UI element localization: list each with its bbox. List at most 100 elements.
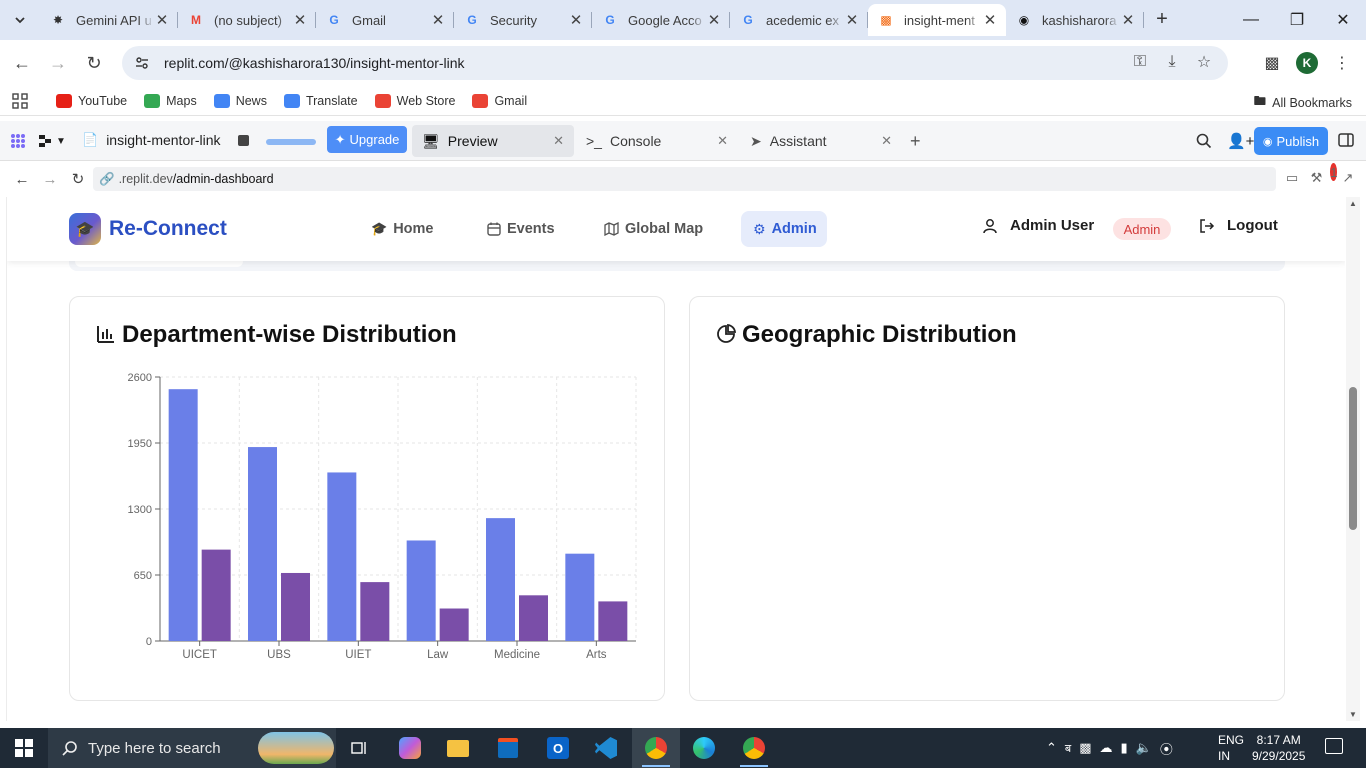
assistant-icon: ➤ <box>750 132 762 149</box>
install-app-icon[interactable]: ⤓ <box>1162 52 1182 72</box>
address-bar[interactable]: replit.com/@kashisharora130/insight-ment… <box>122 46 1228 80</box>
maximize-button[interactable]: ❐ <box>1274 0 1320 40</box>
extensions-icon[interactable]: ▩ <box>1258 49 1286 77</box>
brand-name[interactable]: Re-Connect <box>109 217 227 241</box>
close-tab-icon[interactable]: ✕ <box>154 11 170 29</box>
close-tab-icon[interactable]: ✕ <box>717 133 728 149</box>
nav-admin[interactable]: ⚙ Admin <box>741 211 827 247</box>
onedrive-icon[interactable]: ☁ <box>1099 740 1112 756</box>
upgrade-button[interactable]: ✦ Upgrade <box>327 126 407 153</box>
vscode-icon[interactable] <box>582 728 630 768</box>
browser-tab[interactable]: M (no subject) ✕ <box>178 4 316 36</box>
close-tab-icon[interactable]: ✕ <box>430 11 446 29</box>
start-button[interactable] <box>0 728 48 768</box>
network-icon[interactable]: ⦿ <box>1160 739 1173 758</box>
microsoft-store-icon[interactable] <box>484 728 532 768</box>
close-tab-icon[interactable]: ✕ <box>568 11 584 29</box>
input-indicator-icon[interactable]: ब <box>1065 741 1071 756</box>
forward-button[interactable]: → <box>44 49 72 77</box>
notifications-icon[interactable] <box>1325 738 1343 754</box>
file-explorer-icon[interactable] <box>434 728 482 768</box>
replit-logo-icon[interactable] <box>10 133 26 149</box>
invite-user-icon[interactable]: 👤+ <box>1227 132 1254 150</box>
close-tab-icon[interactable]: ✕ <box>1120 11 1136 29</box>
chrome-profile-k-icon[interactable] <box>632 728 680 768</box>
reload-button[interactable]: ↻ <box>80 49 108 77</box>
site-info-icon[interactable] <box>134 55 150 71</box>
close-tab-icon[interactable]: ✕ <box>881 133 892 149</box>
add-tab-button[interactable]: + <box>910 131 921 152</box>
open-external-icon[interactable]: ↗ <box>1339 169 1357 187</box>
publish-button[interactable]: ◉ Publish <box>1254 127 1328 155</box>
bookmark-item[interactable]: Maps <box>144 93 197 108</box>
graduation-cap-logo-icon[interactable]: 🎓 <box>69 213 101 245</box>
devtools-icon[interactable]: ⚒ 1 <box>1311 163 1338 187</box>
nav-events[interactable]: Events <box>475 211 567 247</box>
close-tab-icon[interactable]: ✕ <box>553 133 564 149</box>
sidebar-toggle-icon[interactable] <box>1338 132 1354 148</box>
bookmark-item[interactable]: News <box>213 93 267 108</box>
browser-menu-icon[interactable]: ⋮ <box>1328 49 1356 77</box>
scroll-down-icon[interactable]: ▼ <box>1349 710 1357 719</box>
profile-avatar[interactable]: K <box>1296 52 1318 74</box>
browser-tab[interactable]: ▩ insight-ment ✕ <box>868 4 1006 36</box>
preview-forward-button[interactable]: → <box>40 169 60 189</box>
meet-now-icon[interactable]: ▩ <box>1079 740 1091 756</box>
close-window-button[interactable]: ✕ <box>1320 0 1366 40</box>
tab-preview[interactable]: 🖥 Preview ✕ <box>412 125 574 157</box>
browser-tab[interactable]: G Gmail ✕ <box>316 4 454 36</box>
back-button[interactable]: ← <box>8 49 36 77</box>
browser-tab[interactable]: Gacedemic ex ✕ <box>730 4 868 36</box>
chevron-up-icon[interactable]: ⌃ <box>1046 740 1057 756</box>
preview-reload-button[interactable]: ↻ <box>68 169 88 189</box>
bookmark-item[interactable]: Translate <box>283 93 358 108</box>
browser-tab[interactable]: ✸ Gemini API u ✕ <box>40 4 178 36</box>
volume-icon[interactable]: 🔈 <box>1136 740 1152 756</box>
password-key-icon[interactable]: ⚿ <box>1130 52 1150 72</box>
bookmark-item[interactable]: Web Store <box>374 93 456 108</box>
bookmark-star-icon[interactable]: ☆ <box>1194 52 1214 72</box>
task-view-icon[interactable] <box>336 728 384 768</box>
browser-tab[interactable]: G Security ✕ <box>454 4 592 36</box>
chrome-profile-m-icon[interactable] <box>730 728 778 768</box>
close-tab-icon[interactable]: ✕ <box>982 11 998 29</box>
scrollbar-thumb[interactable] <box>1349 387 1357 530</box>
preview-url-bar[interactable]: 🔗 .replit.dev/admin-dashboard <box>93 167 1276 191</box>
bookmark-label: Web Store <box>396 93 456 108</box>
apps-grid-icon[interactable] <box>12 92 28 109</box>
bookmark-item[interactable]: Gmail <box>472 93 527 108</box>
bookmark-item[interactable]: YouTube <box>56 93 127 108</box>
language-indicator[interactable]: ENG IN <box>1218 732 1244 764</box>
logout-button[interactable]: Logout <box>1199 217 1278 234</box>
page-scrollbar[interactable]: ▲ ▼ <box>1346 197 1360 721</box>
devices-icon[interactable]: ▭ <box>1283 169 1301 187</box>
outlook-icon[interactable]: O <box>534 728 582 768</box>
browser-tab[interactable]: ◉ kashisharora ✕ <box>1006 4 1144 36</box>
taskbar-search[interactable]: Type here to search <box>48 728 336 768</box>
tab-console[interactable]: >_ Console ✕ <box>576 125 738 157</box>
preview-back-button[interactable]: ← <box>12 169 32 189</box>
close-tab-icon[interactable]: ✕ <box>706 11 722 29</box>
browser-tab[interactable]: G Google Acco ✕ <box>592 4 730 36</box>
graduation-cap-icon: 🎓 <box>371 221 388 236</box>
close-tab-icon[interactable]: ✕ <box>844 11 860 29</box>
tab-search-button[interactable] <box>8 8 32 32</box>
workspace-menu-button[interactable]: ▼ <box>38 134 66 148</box>
search-icon[interactable] <box>1196 133 1212 149</box>
new-tab-button[interactable]: + <box>1150 8 1174 32</box>
minimize-button[interactable]: — <box>1228 0 1274 40</box>
scroll-up-icon[interactable]: ▲ <box>1349 199 1357 208</box>
clock[interactable]: 8:17 AM 9/29/2025 <box>1252 732 1305 764</box>
nav-global-map[interactable]: Global Map <box>592 211 715 247</box>
nav-home[interactable]: 🎓 Home <box>359 211 445 247</box>
all-bookmarks-button[interactable]: 🖿 All Bookmarks <box>1254 92 1352 113</box>
edge-icon[interactable] <box>680 728 728 768</box>
browser-tab-title: acedemic ex <box>766 12 839 28</box>
address-url[interactable]: replit.com/@kashisharora130/insight-ment… <box>164 55 465 71</box>
copilot-icon[interactable] <box>386 728 434 768</box>
close-tab-icon[interactable]: ✕ <box>292 11 308 29</box>
tab-assistant[interactable]: ➤ Assistant ✕ <box>740 125 902 157</box>
project-name[interactable]: 📄 insight-mentor-link <box>82 132 221 148</box>
stop-button[interactable] <box>238 135 249 146</box>
battery-icon[interactable]: ▮ <box>1120 740 1127 756</box>
